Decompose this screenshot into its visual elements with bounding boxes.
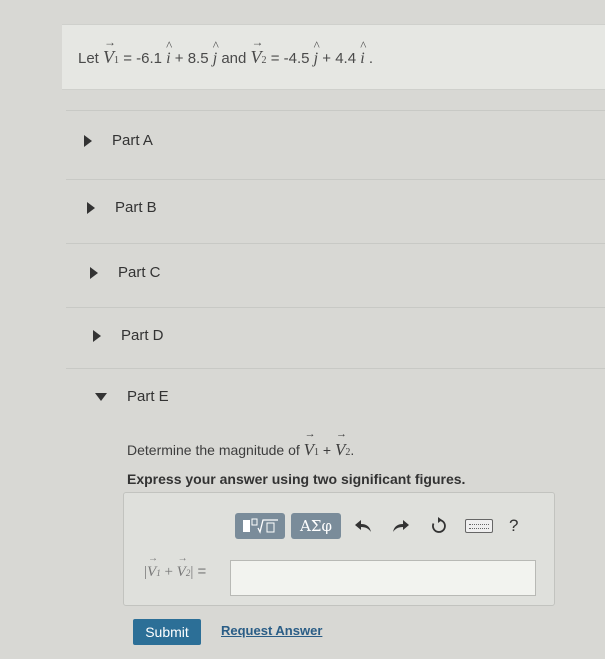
divider (66, 307, 605, 308)
unit-j: j (213, 50, 217, 67)
redo-icon[interactable] (389, 514, 413, 538)
answer-input[interactable] (230, 560, 536, 596)
expand-arrow-icon (90, 266, 98, 279)
vector-v2: V2 (251, 47, 267, 67)
math-toolbar: ΑΣφ ? (235, 513, 518, 539)
divider (66, 179, 605, 180)
expand-arrow-icon (87, 201, 95, 214)
part-e-header[interactable]: Part E (95, 388, 169, 405)
keyboard-icon[interactable] (465, 519, 493, 533)
help-button[interactable]: ? (509, 516, 518, 536)
undo-icon[interactable] (351, 514, 375, 538)
question-text: Determine the magnitude of V1 + V2. (127, 440, 354, 460)
request-answer-link[interactable]: Request Answer (221, 623, 322, 638)
unit-i: i (360, 50, 364, 67)
expand-arrow-icon (84, 134, 92, 147)
problem-text: Let V1 = -6.1 i + 8.5 j and V2 = -4.5 j … (78, 47, 373, 68)
problem-statement: Let V1 = -6.1 i + 8.5 j and V2 = -4.5 j … (62, 24, 605, 90)
answer-box: ΑΣφ ? |V1 + V2| = (123, 492, 555, 606)
part-d-header[interactable]: Part D (93, 327, 164, 344)
greek-symbols-button[interactable]: ΑΣφ (291, 513, 341, 539)
part-e-label: Part E (127, 388, 169, 405)
vector-v1: V1 (103, 47, 119, 67)
instruction-text: Express your answer using two significan… (127, 471, 466, 487)
part-a-label: Part A (112, 132, 153, 149)
part-c-header[interactable]: Part C (90, 264, 161, 281)
divider (66, 368, 605, 369)
part-b-header[interactable]: Part B (87, 199, 157, 216)
unit-j: j (314, 50, 318, 67)
answer-label: |V1 + V2| = (144, 563, 206, 581)
submit-button[interactable]: Submit (133, 619, 201, 645)
collapse-arrow-icon (95, 392, 107, 401)
part-a-header[interactable]: Part A (84, 132, 153, 149)
divider (66, 110, 605, 111)
part-c-label: Part C (118, 264, 161, 281)
template-sqrt-icon[interactable] (235, 513, 285, 539)
part-b-label: Part B (115, 199, 157, 216)
divider (66, 243, 605, 244)
unit-i: i (166, 50, 170, 67)
expand-arrow-icon (93, 329, 101, 342)
reset-icon[interactable] (427, 514, 451, 538)
part-d-label: Part D (121, 327, 164, 344)
